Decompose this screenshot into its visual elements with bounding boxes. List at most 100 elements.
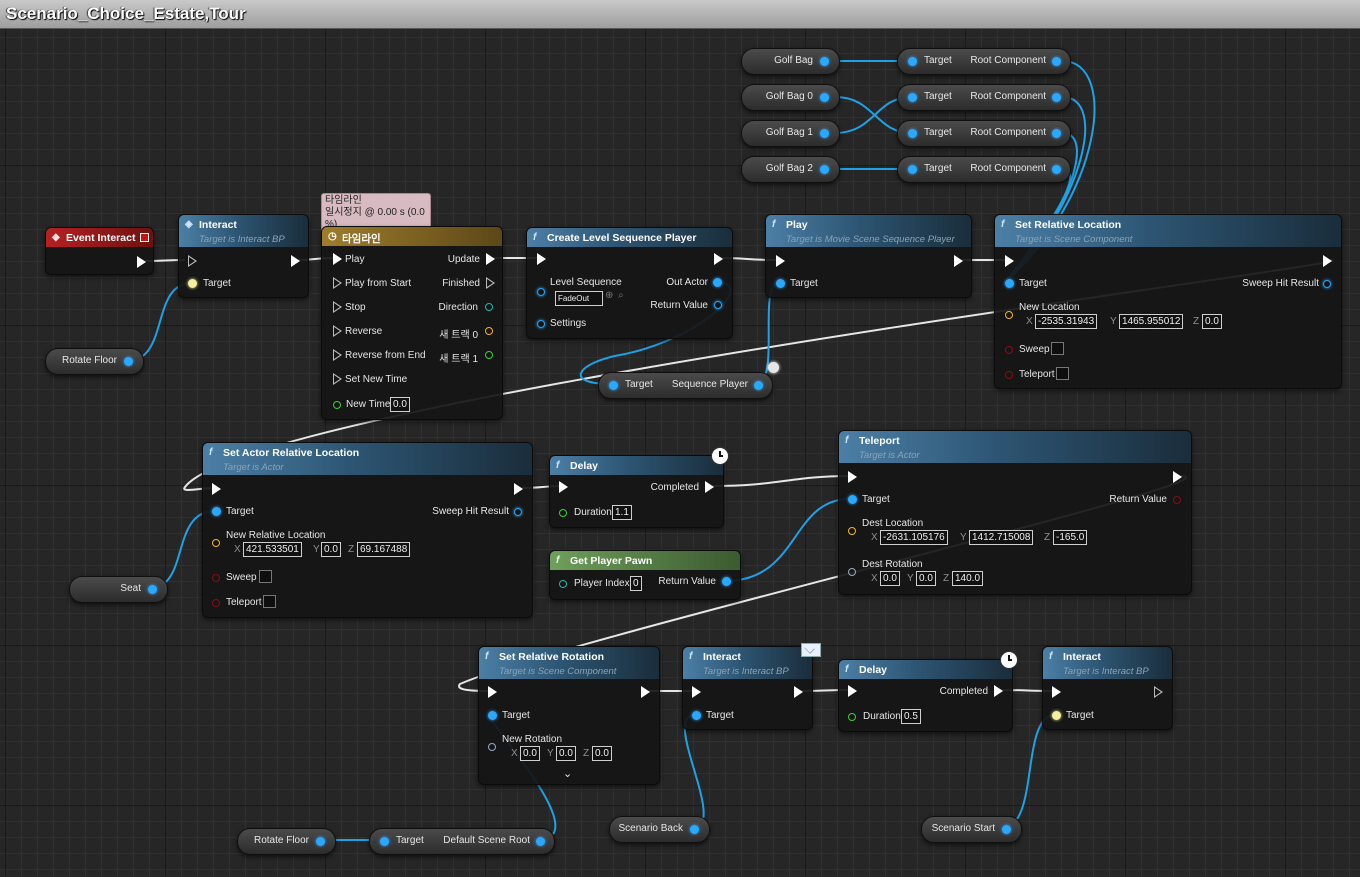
dest-location-z-input[interactable]: -165.0 — [1053, 530, 1088, 545]
exec-out-pin[interactable] — [705, 481, 714, 493]
search-icon[interactable]: ⌕ — [618, 290, 624, 301]
new-location-pin[interactable] — [1005, 311, 1013, 319]
rotation-x-input[interactable]: 0.0 — [520, 746, 540, 761]
set-relative-rotation-node[interactable]: f Set Relative Rotation Target is Scene … — [478, 646, 660, 785]
exec-in-pin-reverse[interactable] — [333, 325, 342, 337]
return-value-pin[interactable] — [1173, 496, 1181, 504]
get-default-scene-root-node[interactable]: Target Default Scene Root — [369, 828, 555, 855]
exec-out-pin[interactable] — [954, 255, 963, 267]
player-index-pin[interactable] — [559, 580, 567, 588]
event-interact-node[interactable]: ◆ Event Interact — [45, 227, 154, 275]
dest-rotation-pin[interactable] — [848, 568, 856, 576]
interact-node-3[interactable]: f Interact Target is Interact BP Target — [1042, 646, 1173, 730]
timeline-node[interactable]: ◷ 타임라인 Play Play from Start Stop Reverse… — [321, 226, 503, 420]
variable-scenario-start[interactable]: Scenario Start — [921, 816, 1022, 843]
output-pin[interactable] — [1052, 165, 1061, 174]
output-pin[interactable] — [820, 57, 829, 66]
output-pin[interactable] — [820, 129, 829, 138]
exec-in-pin[interactable] — [1005, 255, 1014, 267]
rotation-y-input[interactable]: 0.0 — [556, 746, 576, 761]
location-x-input[interactable]: 421.533501 — [243, 542, 302, 557]
teleport-pin[interactable] — [212, 599, 220, 607]
interact-node-1[interactable]: ◈ Interact Target is Interact BP Target — [178, 214, 309, 298]
create-level-sequence-player-node[interactable]: f Create Level Sequence Player Level Seq… — [526, 227, 733, 339]
get-root-component-node[interactable]: Target Root Component — [897, 48, 1071, 75]
reroute-node[interactable] — [768, 362, 779, 373]
teleport-node[interactable]: f Teleport Target is Actor Target Return… — [838, 430, 1192, 595]
get-root-component-node[interactable]: Target Root Component — [897, 156, 1071, 183]
variable-golf-bag-2[interactable]: Golf Bag 2 — [741, 156, 840, 183]
duration-pin[interactable] — [559, 509, 567, 517]
target-pin[interactable] — [908, 57, 917, 66]
target-pin[interactable] — [908, 129, 917, 138]
direction-pin[interactable] — [485, 303, 493, 311]
duration-input[interactable]: 0.5 — [901, 709, 921, 724]
exec-in-pin[interactable] — [212, 483, 221, 495]
exec-out-pin-update[interactable] — [486, 253, 495, 265]
output-pin[interactable] — [124, 357, 133, 366]
variable-golf-bag[interactable]: Golf Bag — [741, 48, 840, 75]
output-pin[interactable] — [690, 825, 699, 834]
exec-in-pin[interactable] — [692, 686, 701, 698]
get-root-component-node[interactable]: Target Root Component — [897, 120, 1071, 147]
target-pin[interactable] — [488, 711, 497, 720]
set-relative-location-node[interactable]: f Set Relative Location Target is Scene … — [994, 214, 1342, 389]
exec-in-pin[interactable] — [1052, 686, 1061, 698]
location-z-input[interactable]: 69.167488 — [357, 542, 411, 557]
new-time-pin[interactable] — [333, 401, 341, 409]
delay-node-2[interactable]: f Delay Completed Duration 0.5 — [838, 659, 1013, 732]
exec-out-pin[interactable] — [1154, 686, 1163, 698]
browse-icon[interactable]: ⊕ — [605, 290, 613, 301]
variable-scenario-back[interactable]: Scenario Back — [609, 816, 710, 843]
delay-node-1[interactable]: f Delay Completed Duration 1.1 — [549, 455, 724, 528]
location-y-input[interactable]: 1465.955012 — [1119, 314, 1184, 329]
out-actor-pin[interactable] — [713, 278, 722, 287]
output-pin[interactable] — [1002, 825, 1011, 834]
exec-out-pin[interactable] — [291, 255, 300, 267]
target-pin[interactable] — [908, 93, 917, 102]
exec-out-pin[interactable] — [994, 685, 1003, 697]
dest-location-y-input[interactable]: 1412.715008 — [969, 530, 1034, 545]
dest-location-x-input[interactable]: -2631.105176 — [880, 530, 948, 545]
variable-golf-bag-0[interactable]: Golf Bag 0 — [741, 84, 840, 111]
dest-location-pin[interactable] — [848, 527, 856, 535]
output-pin[interactable] — [754, 381, 763, 390]
output-pin[interactable] — [820, 165, 829, 174]
new-relative-location-pin[interactable] — [212, 539, 220, 547]
target-pin[interactable] — [212, 507, 221, 516]
target-pin[interactable] — [692, 711, 701, 720]
new-time-input[interactable]: 0.0 — [390, 397, 410, 412]
target-pin[interactable] — [848, 495, 857, 504]
exec-in-pin[interactable] — [559, 481, 568, 493]
variable-seat[interactable]: Seat — [69, 576, 168, 603]
output-pin[interactable] — [536, 837, 545, 846]
sweep-pin[interactable] — [1005, 346, 1013, 354]
teleport-pin[interactable] — [1005, 371, 1013, 379]
return-value-pin[interactable] — [722, 577, 731, 586]
exec-out-pin[interactable] — [714, 253, 723, 265]
target-pin[interactable] — [908, 165, 917, 174]
exec-out-pin[interactable] — [137, 256, 146, 268]
exec-in-pin[interactable] — [537, 253, 546, 265]
set-actor-relative-location-node[interactable]: f Set Actor Relative Location Target is … — [202, 442, 533, 618]
output-pin[interactable] — [148, 585, 157, 594]
exec-in-pin[interactable] — [188, 255, 197, 267]
get-player-pawn-node[interactable]: f Get Player Pawn Player Index 0 Return … — [549, 550, 741, 600]
location-y-input[interactable]: 0.0 — [321, 542, 341, 557]
variable-rotate-floor[interactable]: Rotate Floor — [45, 348, 144, 375]
sweep-hit-result-pin[interactable] — [514, 508, 522, 516]
teleport-checkbox[interactable] — [263, 595, 276, 608]
track-1-pin[interactable] — [485, 351, 493, 359]
exec-in-pin-play[interactable] — [333, 253, 342, 265]
duration-input[interactable]: 1.1 — [612, 505, 632, 520]
new-rotation-pin[interactable] — [488, 743, 496, 751]
exec-in-pin[interactable] — [848, 471, 857, 483]
variable-rotate-floor-2[interactable]: Rotate Floor — [237, 828, 336, 855]
output-pin[interactable] — [1052, 129, 1061, 138]
dest-rotation-x-input[interactable]: 0.0 — [880, 571, 900, 586]
target-pin[interactable] — [776, 279, 785, 288]
exec-in-pin[interactable] — [848, 685, 857, 697]
target-pin[interactable] — [1052, 711, 1061, 720]
location-x-input[interactable]: -2535.31943 — [1035, 314, 1098, 329]
track-0-pin[interactable] — [485, 327, 493, 335]
